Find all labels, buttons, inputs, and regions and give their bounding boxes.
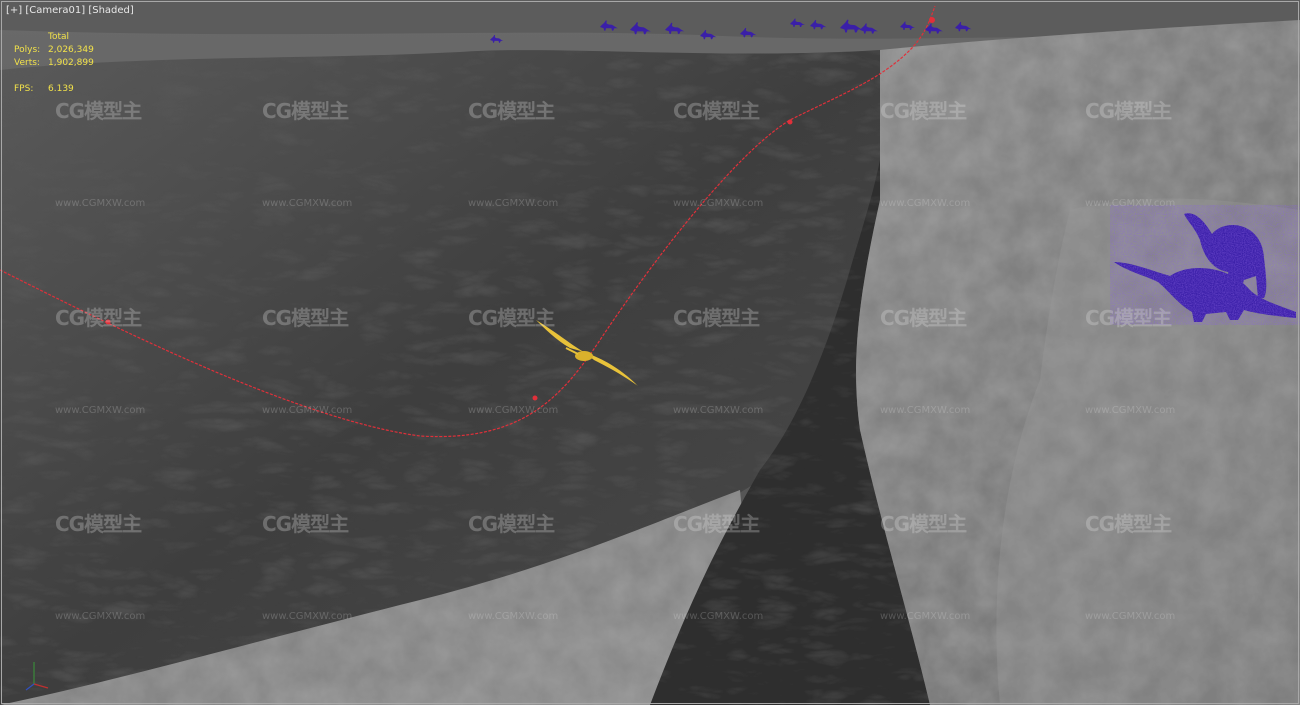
stats-polys-value: 2,026,349 [48,45,94,55]
stats-verts-label: Verts: [14,58,40,68]
axis-gizmo-icon [25,662,49,691]
stats-polys-label: Polys: [14,45,41,55]
viewport-menu-plus[interactable]: [+] [6,5,22,16]
dinosaur-texture [1110,205,1300,325]
keyframe-point[interactable] [532,395,538,401]
keyframe-point[interactable] [105,319,111,325]
keyframe-point[interactable] [929,17,935,23]
viewport-camera-menu[interactable]: [Camera01] [25,5,85,16]
viewport-label[interactable]: [+] [Camera01] [Shaded] [6,5,134,16]
stats-verts-value: 1,902,899 [48,58,94,68]
stats-polys-row: Polys: 2,026,349 [14,44,94,57]
scene-render[interactable] [0,0,1300,705]
stats-verts-row: Verts: 1,902,899 [14,57,94,70]
viewport-shading-menu[interactable]: [Shaded] [88,5,133,16]
brachiosaurus-herd[interactable] [1110,205,1300,325]
keyframe-point[interactable] [787,119,793,125]
camera-viewport[interactable]: [+] [Camera01] [Shaded] Total Polys: 2,0… [0,0,1300,705]
stats-fps-row: FPS: 6.139 [14,83,94,96]
statistics-overlay: Total Polys: 2,026,349 Verts: 1,902,899 … [14,31,94,96]
stats-fps-label: FPS: [14,84,34,94]
stats-fps-value: 6.139 [48,84,74,94]
stats-header: Total [48,32,70,42]
